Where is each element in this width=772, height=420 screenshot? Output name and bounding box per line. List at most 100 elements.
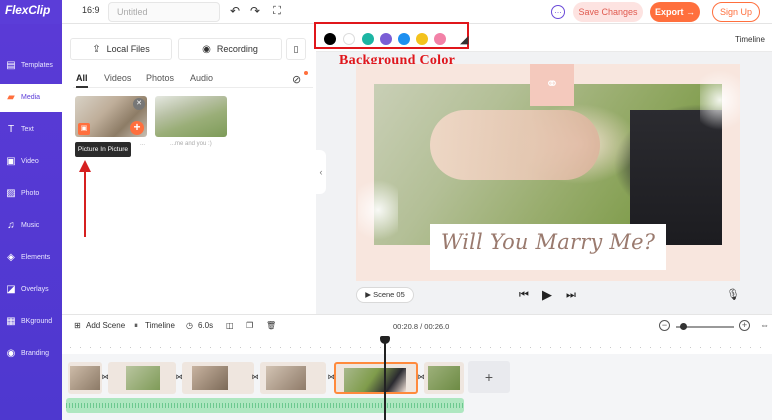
sidebar-item-templates[interactable]: ▤ Templates — [0, 52, 62, 80]
sidebar-item-video[interactable]: ▣ Video — [0, 148, 62, 176]
scene-clip-2[interactable] — [108, 362, 176, 394]
scene-clip-5[interactable] — [334, 362, 418, 394]
color-swatch-teal[interactable] — [362, 33, 374, 45]
color-swatch-black[interactable] — [324, 33, 336, 45]
color-swatch-pink[interactable] — [434, 33, 446, 45]
timeline-button[interactable]: Timeline — [145, 321, 175, 330]
elements-icon: ◈ — [7, 252, 15, 263]
color-swatch-purple[interactable] — [380, 33, 392, 45]
app-logo: FlexClip — [5, 3, 51, 17]
scene-clip-4[interactable] — [260, 362, 326, 394]
ruler-ticks — [70, 347, 770, 348]
floral-decoration-left — [358, 170, 398, 260]
recording-button[interactable]: ◉ Recording — [178, 38, 282, 60]
video-icon: ▣ — [6, 156, 16, 167]
sidebar-item-media[interactable]: ▰ Media — [0, 84, 62, 112]
headline-text[interactable]: Will You Marry Me? — [430, 230, 666, 254]
playhead[interactable] — [384, 338, 386, 420]
background-color-highlight — [314, 22, 469, 49]
filter-divider — [73, 87, 313, 88]
media-thumbnail-2[interactable] — [155, 96, 227, 137]
zoom-in-icon[interactable]: + — [739, 320, 750, 331]
hide-used-icon[interactable]: ⊘ — [292, 73, 301, 86]
rings-icon: ⚭ — [545, 76, 559, 93]
media-panel — [62, 24, 316, 314]
delete-icon[interactable]: 🗑 — [266, 321, 276, 330]
red-arrow-shaft — [84, 170, 86, 237]
color-swatch-blue[interactable] — [398, 33, 410, 45]
sidebar-item-text[interactable]: T Text — [0, 116, 62, 144]
trash-icon[interactable]: ✕ — [133, 98, 145, 110]
photo-hands-area — [430, 110, 600, 180]
branding-icon: ◉ — [6, 348, 16, 359]
split-icon[interactable]: ◫ — [226, 321, 234, 330]
sidebar-item-overlays[interactable]: ◪ Overlays — [0, 276, 62, 304]
clock-icon: ◷ — [186, 321, 193, 330]
paint-bucket-icon[interactable]: ◢ — [460, 33, 468, 46]
notification-dot — [304, 71, 308, 75]
text-icon: T — [7, 124, 15, 135]
fit-timeline-icon[interactable]: ⇔ — [760, 320, 769, 330]
project-title-input[interactable] — [108, 2, 220, 22]
add-scene-icon[interactable]: ⊞ — [74, 321, 81, 330]
copy-icon[interactable]: ❐ — [246, 321, 253, 330]
logo-area: FlexClip — [0, 0, 62, 24]
add-scene-button[interactable]: Add Scene — [86, 321, 125, 330]
add-to-scene-icon[interactable]: + — [130, 121, 144, 135]
scene-duration[interactable]: 6.0s — [198, 321, 213, 330]
microphone-icon[interactable]: 🎙 — [726, 288, 740, 301]
add-scene-plus-button[interactable]: + — [468, 361, 510, 393]
timeline-icon: ⏸ — [134, 321, 138, 330]
previous-scene-icon[interactable]: ⏮ — [519, 289, 529, 302]
fullscreen-icon[interactable]: ⛶ — [270, 4, 284, 18]
phone-icon: ▯ — [293, 44, 299, 54]
color-swatch-white[interactable] — [343, 33, 355, 45]
zoom-out-icon[interactable]: − — [659, 320, 670, 331]
sidebar-item-elements[interactable]: ◈ Elements — [0, 244, 62, 272]
phone-upload-button[interactable]: ▯ — [286, 38, 306, 60]
play-icon[interactable]: ▶ — [542, 287, 552, 303]
time-readout: 00:20.8 / 00:26.0 — [393, 322, 450, 331]
sidebar-item-music[interactable]: ♫ Music — [0, 212, 62, 240]
local-files-button[interactable]: ⇪ Local Files — [70, 38, 172, 60]
filter-all[interactable]: All — [76, 73, 88, 83]
color-swatch-yellow[interactable] — [416, 33, 428, 45]
transition-icon[interactable]: ⋈ — [250, 373, 260, 383]
sidebar-item-branding[interactable]: ◉ Branding — [0, 340, 62, 368]
filter-active-underline — [76, 86, 88, 88]
next-scene-icon[interactable]: ⏭ — [566, 289, 576, 302]
sign-up-button[interactable]: Sign Up — [712, 2, 760, 22]
filter-photos[interactable]: Photos — [146, 73, 174, 83]
picture-in-picture-icon[interactable]: ▣ — [78, 123, 90, 135]
scene-clip-1[interactable] — [68, 362, 102, 394]
record-icon: ◉ — [202, 44, 211, 55]
thumbnail-caption-2: ...me and you :) — [170, 141, 212, 147]
audio-track[interactable] — [66, 398, 464, 413]
templates-icon: ▤ — [6, 60, 16, 71]
music-icon: ♫ — [7, 220, 15, 231]
background-icon: ▦ — [6, 316, 16, 327]
thumbnail-caption-1: ... — [140, 141, 146, 147]
scene-clip-6[interactable] — [424, 362, 464, 394]
overlays-icon: ◪ — [6, 284, 16, 295]
sidebar-item-photo[interactable]: ▨ Photo — [0, 180, 62, 208]
chat-icon[interactable]: … — [551, 5, 565, 19]
filter-audio[interactable]: Audio — [190, 73, 213, 83]
scene-clip-3[interactable] — [182, 362, 254, 394]
sidebar-item-background[interactable]: ▦ BKground — [0, 308, 62, 336]
timeline-toggle[interactable]: Timeline — [735, 35, 765, 44]
redo-icon[interactable]: ↷ — [248, 4, 262, 18]
export-button[interactable]: Export → — [650, 2, 700, 22]
collapse-panel-handle[interactable]: ‹ — [316, 150, 326, 194]
media-icon: ▰ — [7, 92, 15, 103]
pip-tooltip: Picture In Picture — [75, 142, 131, 157]
scene-selector[interactable]: ▶ Scene 05 — [356, 287, 414, 303]
zoom-slider-handle[interactable] — [680, 323, 687, 330]
photo-icon: ▨ — [6, 188, 16, 199]
save-changes-button[interactable]: Save Changes — [573, 2, 643, 22]
floral-decoration-right — [700, 70, 740, 160]
upload-icon: ⇪ — [92, 44, 101, 55]
aspect-ratio-select[interactable]: 16:9 — [82, 5, 100, 15]
filter-videos[interactable]: Videos — [104, 73, 131, 83]
undo-icon[interactable]: ↶ — [228, 4, 242, 18]
